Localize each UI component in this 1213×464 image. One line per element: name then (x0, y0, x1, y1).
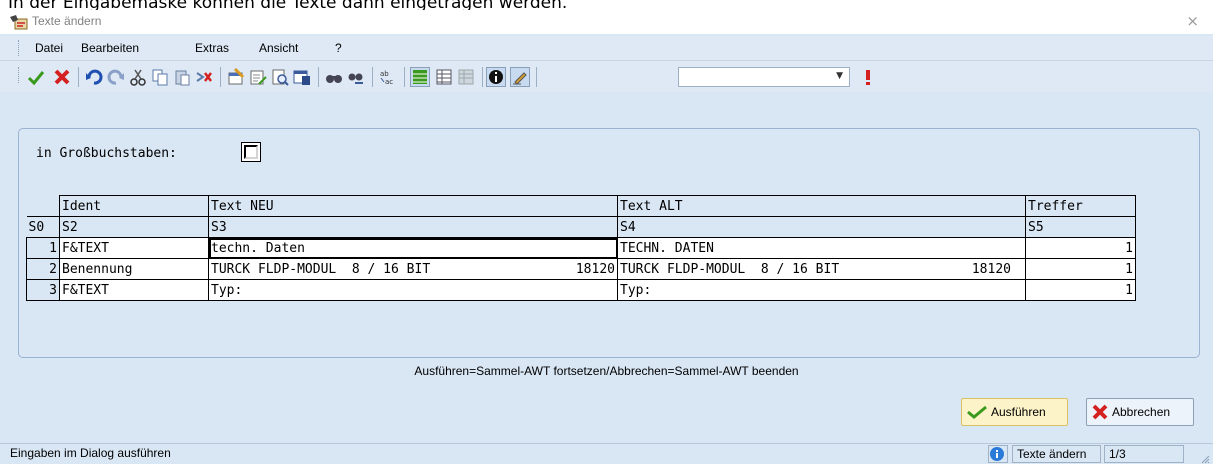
status-bar: Eingaben im Dialog ausführen Texte änder… (0, 443, 1213, 464)
text-neu-number: 18120 (575, 261, 615, 277)
text-neu-input[interactable]: Typ: (208, 279, 618, 301)
status-dialog-name: Texte ändern (1012, 445, 1101, 463)
text-neu-input[interactable]: techn. Daten (208, 237, 618, 259)
toolbar-separator (318, 67, 319, 87)
replace-text-icon[interactable]: ab ac (378, 67, 398, 87)
header-treffer: Treffer (1025, 195, 1136, 217)
pen-icon[interactable] (510, 67, 530, 87)
toolbar-separator (78, 67, 79, 87)
cancel-button[interactable]: Abbrechen (1086, 398, 1194, 426)
text-alt-number: 18120 (971, 261, 1011, 277)
status-message: Eingaben im Dialog ausführen (10, 446, 171, 460)
text-neu-input[interactable]: TURCK FLDP-MODUL 8 / 16 BIT 18120 (208, 258, 618, 280)
code-row: S0 S2 S3 S4 S5 (26, 216, 1136, 238)
dialog-window: Texte ändern × Datei Bearbeiten Extras A… (0, 10, 1213, 464)
ident-cell: F&TEXT (59, 237, 209, 259)
text-grid: Ident Text NEU Text ALT Treffer S0 S2 S3… (26, 195, 1136, 301)
check-icon (967, 405, 987, 419)
text-alt-cell: Typ: (617, 279, 1026, 301)
ident-cell: Benennung (59, 258, 209, 280)
checkbox-box (244, 145, 258, 159)
execute-button-label: Ausführen (991, 405, 1046, 419)
resize-grip-icon[interactable] (1200, 453, 1210, 464)
menu-datei[interactable]: Datei (35, 41, 63, 55)
menu-extras[interactable]: Extras (195, 41, 229, 55)
text-alt-cell: TECHN. DATEN (617, 237, 1026, 259)
execute-button[interactable]: Ausführen (961, 398, 1068, 426)
svg-text:ac: ac (385, 78, 393, 86)
toolbar-separator (404, 67, 405, 87)
cancel-icon[interactable] (52, 67, 72, 87)
grid-view-icon[interactable] (410, 67, 430, 87)
treffer-cell: 1 (1025, 237, 1136, 259)
toolbar-grip (18, 67, 21, 83)
window-title: Texte ändern (32, 14, 102, 28)
cut-icon[interactable] (128, 67, 148, 87)
info-text: Ausführen=Sammel-AWT fortsetzen/Abbreche… (414, 364, 799, 378)
header-text-neu: Text NEU (208, 195, 618, 217)
row-number: 2 (26, 258, 60, 280)
cancel-icon (1092, 404, 1108, 420)
toolbar-separator (536, 67, 537, 87)
row-number: 1 (26, 237, 60, 259)
text-neu-value: TURCK FLDP-MODUL 8 / 16 BIT (211, 261, 431, 277)
text-alt-value: TURCK FLDP-MODUL 8 / 16 BIT (620, 261, 840, 277)
menu-ansicht[interactable]: Ansicht (259, 41, 298, 55)
table-row: 1 F&TEXT techn. Daten TECHN. DATEN 1 (26, 237, 1136, 259)
code-cell: S4 (617, 216, 1026, 238)
code-cell: S0 (26, 216, 60, 238)
find-next-icon[interactable] (346, 67, 366, 87)
toolbar: ab ac ▼ (0, 61, 1213, 92)
app-icon (9, 14, 28, 30)
toolbar-separator (372, 67, 373, 87)
info-icon[interactable] (486, 67, 506, 87)
copy-icon[interactable] (150, 67, 170, 87)
uppercase-checkbox[interactable] (241, 142, 261, 162)
toolbar-separator (220, 67, 221, 87)
table-row: 3 F&TEXT Typ: Typ: 1 (26, 279, 1136, 301)
code-cell: S5 (1025, 216, 1136, 238)
toolbar-combo[interactable]: ▼ (678, 67, 850, 87)
header-text-alt: Text ALT (617, 195, 1026, 217)
header-ident: Ident (59, 195, 209, 217)
ident-cell: F&TEXT (59, 279, 209, 301)
alert-icon[interactable] (858, 67, 878, 87)
row-number: 3 (26, 279, 60, 301)
redo-icon[interactable] (106, 67, 126, 87)
menu-help[interactable]: ? (335, 41, 342, 55)
table-gray-icon[interactable] (456, 67, 476, 87)
cancel-button-label: Abbrechen (1112, 405, 1171, 419)
header-row: Ident Text NEU Text ALT Treffer (26, 195, 1136, 217)
menu-grip (18, 40, 21, 56)
save-window-icon[interactable] (292, 67, 312, 87)
preview-icon[interactable] (270, 67, 290, 87)
status-info-icon (988, 445, 1008, 463)
menu-bar: Datei Bearbeiten Extras Ansicht ? (0, 36, 1213, 61)
delete-icon[interactable] (194, 67, 214, 87)
table-row: 2 Benennung TURCK FLDP-MODUL 8 / 16 BIT … (26, 258, 1136, 280)
close-icon[interactable]: × (1186, 12, 1199, 30)
title-bar: Texte ändern × (0, 10, 1213, 34)
menu-bearbeiten[interactable]: Bearbeiten (81, 41, 139, 55)
uppercase-label: in Großbuchstaben: (36, 146, 177, 161)
check-icon[interactable] (26, 67, 46, 87)
paste-icon[interactable] (172, 67, 192, 87)
edit-document-icon[interactable] (248, 67, 268, 87)
text-alt-cell: TURCK FLDP-MODUL 8 / 16 BIT 18120 (617, 258, 1026, 280)
header-cell-corner (26, 195, 60, 217)
code-cell: S3 (208, 216, 618, 238)
chevron-down-icon[interactable]: ▼ (836, 71, 843, 81)
svg-text:ab: ab (380, 70, 389, 78)
properties-icon[interactable] (226, 67, 246, 87)
treffer-cell: 1 (1025, 279, 1136, 301)
undo-icon[interactable] (84, 67, 104, 87)
status-page: 1/3 (1104, 445, 1184, 463)
treffer-cell: 1 (1025, 258, 1136, 280)
find-icon[interactable] (324, 67, 344, 87)
code-cell: S2 (59, 216, 209, 238)
toolbar-separator (482, 67, 483, 87)
table-view-icon[interactable] (434, 67, 454, 87)
